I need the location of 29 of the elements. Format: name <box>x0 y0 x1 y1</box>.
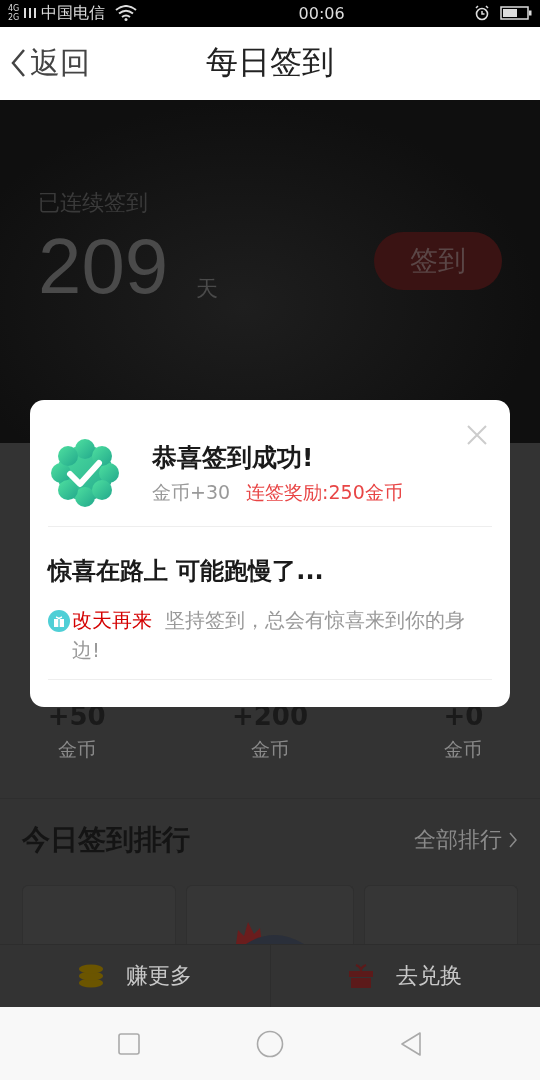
alarm-icon <box>474 5 490 22</box>
wifi-icon <box>115 5 138 22</box>
chevron-left-icon <box>10 48 26 79</box>
gift-icon <box>348 963 375 990</box>
check-badge-icon <box>48 436 122 510</box>
carrier-name: 中国电信 <box>41 3 106 24</box>
gift-icon <box>48 610 70 632</box>
clock-time: 00:06 <box>298 4 345 23</box>
chevron-right-icon <box>508 831 518 850</box>
surprise-heading: 惊喜在路上 可能跑慢了... <box>48 557 324 585</box>
coins-earned: 金币+30 <box>152 479 231 505</box>
streak-bonus: 连签奖励:250金币 <box>246 479 403 505</box>
coin-stack-icon <box>77 963 104 990</box>
back-button[interactable]: 返回 <box>10 42 90 84</box>
reward-unit: 金币 <box>57 736 96 762</box>
home-icon[interactable] <box>256 1029 284 1058</box>
all-ranking-link[interactable]: 全部排行 <box>414 825 518 856</box>
reward-unit: 金币 <box>251 736 289 762</box>
close-icon[interactable] <box>466 424 488 446</box>
recent-apps-icon[interactable] <box>117 1031 142 1056</box>
action-button[interactable]: 去兑换 <box>270 945 540 1008</box>
network-type: 4G 2G <box>8 4 20 23</box>
signal-icon <box>23 6 38 21</box>
reward-unit: 金币 <box>444 736 483 762</box>
back-triangle-icon[interactable] <box>398 1030 423 1057</box>
page-title: 每日签到 <box>206 42 334 84</box>
dialog-title: 恭喜签到成功! <box>152 441 315 474</box>
surprise-message: 改天再来 坚持签到，总会有惊喜来到你的身边! <box>72 607 466 664</box>
battery-icon <box>500 6 532 21</box>
